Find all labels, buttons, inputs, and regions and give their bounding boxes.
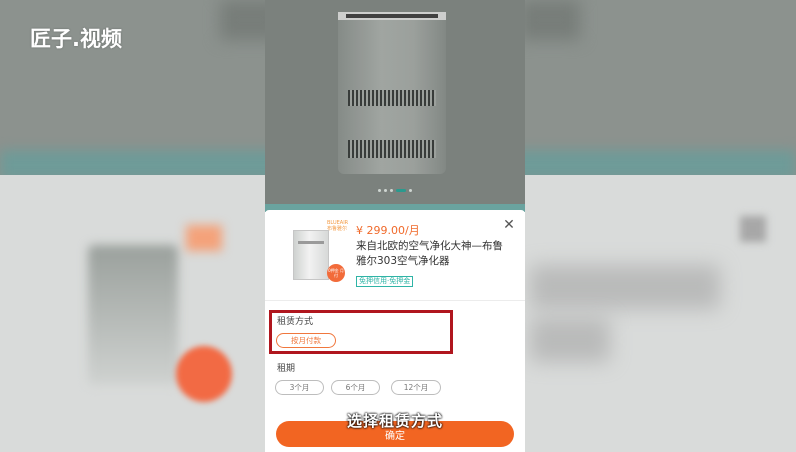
product-photo bbox=[265, 0, 525, 210]
carousel-dot[interactable] bbox=[384, 189, 387, 192]
video-watermark: 匠子.视频 bbox=[30, 27, 122, 51]
carousel-indicator bbox=[265, 189, 525, 192]
product-title: 来自北欧的空气净化大神—布鲁雅尔303空气净化器 bbox=[356, 240, 503, 267]
term-option-6-months[interactable]: 6个月 bbox=[331, 380, 380, 395]
credit-tag: 免押信用·免押金 bbox=[356, 276, 414, 287]
highlight-box bbox=[269, 310, 453, 354]
divider bbox=[265, 300, 525, 301]
term-option-12-months[interactable]: 12个月 bbox=[391, 380, 441, 395]
brand-logo: BLUEAIR 布鲁雅尔 bbox=[327, 220, 349, 232]
purifier-thumb-image bbox=[293, 230, 329, 280]
carousel-dot[interactable] bbox=[409, 189, 412, 192]
video-subtitle: 选择租赁方式 bbox=[346, 412, 443, 430]
carousel-dot-active[interactable] bbox=[396, 189, 406, 192]
phone-screen: BLUEAIR 布鲁雅尔 0押金 月付 ¥ 299.00/月 来自北欧的空气净化… bbox=[265, 0, 525, 452]
rental-term-label: 租期 bbox=[277, 364, 296, 374]
carousel-dot[interactable] bbox=[378, 189, 381, 192]
product-thumbnail: BLUEAIR 布鲁雅尔 0押金 月付 bbox=[287, 218, 349, 292]
deposit-badge: 0押金 月付 bbox=[327, 264, 345, 282]
product-price: ¥ 299.00/月 bbox=[356, 224, 420, 237]
carousel-dot[interactable] bbox=[390, 189, 393, 192]
close-icon[interactable]: ✕ bbox=[502, 218, 516, 232]
term-option-3-months[interactable]: 3个月 bbox=[275, 380, 324, 395]
